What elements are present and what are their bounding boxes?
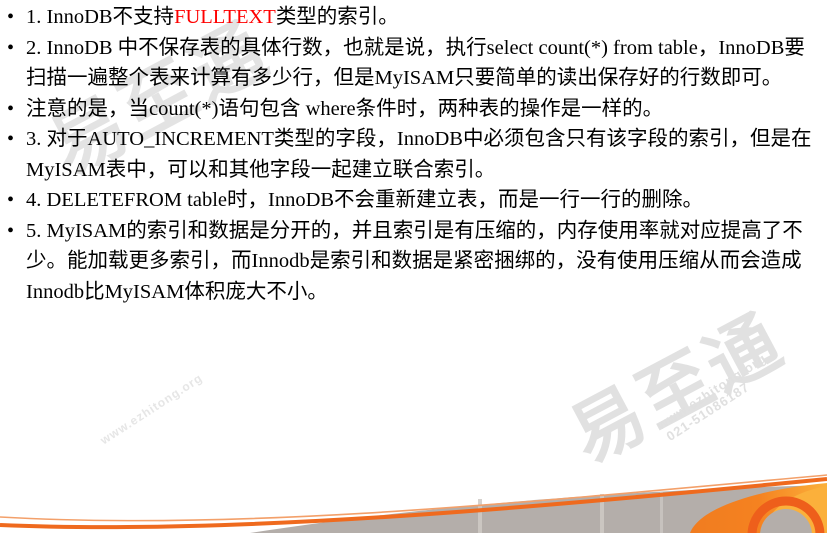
- footer-ring-outer: [747, 496, 825, 533]
- watermark-brand-bottom: 易至通: [558, 300, 797, 478]
- list-item: 5. MyISAM的索引和数据是分开的，并且索引是有压缩的，内存使用率就对应提高…: [0, 216, 827, 308]
- bullet-text: 注意的是，当count(*)语句包含 where条件时，两种表的操作是一样的。: [26, 97, 664, 120]
- footer-orange-curve-thin: [0, 474, 827, 522]
- bullet-text: 5. MyISAM的索引和数据是分开的，并且索引是有压缩的，内存使用率就对应提高…: [26, 219, 803, 303]
- footer-orange-curve-main: [0, 477, 827, 530]
- footer-orange-wedge: [690, 483, 827, 533]
- watermark-phone: 021-51086187: [663, 379, 753, 444]
- bullet-list: 1. InnoDB不支持FULLTEXT类型的索引。 2. InnoDB 中不保…: [0, 2, 827, 307]
- list-item: 3. 对于AUTO_INCREMENT类型的字段，InnoDB中必须包含只有该字…: [0, 124, 827, 185]
- footer-orange-wedge-light: [760, 486, 827, 533]
- bullet-text: 2. InnoDB 中不保存表的具体行数，也就是说，执行select count…: [26, 36, 805, 90]
- footer-separator-line: [660, 492, 663, 533]
- list-item: 2. InnoDB 中不保存表的具体行数，也就是说，执行select count…: [0, 33, 827, 94]
- watermark-url-primary: www.ezhitong.org: [654, 350, 770, 433]
- footer-ring-inner: [760, 509, 812, 533]
- bullet-text: 3. 对于AUTO_INCREMENT类型的字段，InnoDB中必须包含只有该字…: [26, 128, 812, 181]
- list-item: 4. DELETEFROM table时，InnoDB不会重新建立表，而是一行一…: [0, 185, 827, 216]
- footer-gray-band: [250, 485, 827, 533]
- watermark-url-secondary: www.ezhitong.org: [97, 370, 206, 448]
- bullet-text-prefix: 1. InnoDB不支持: [26, 6, 175, 28]
- bullet-text-highlight: FULLTEXT: [174, 6, 276, 28]
- presentation-slide: 易至通 易至通 www.ezhitong.org 021-51086187 ww…: [0, 0, 827, 533]
- list-item: 注意的是，当count(*)语句包含 where条件时，两种表的操作是一样的。: [0, 94, 827, 125]
- footer-separator-line: [478, 499, 482, 533]
- footer-separator-line: [600, 494, 604, 533]
- list-item: 1. InnoDB不支持FULLTEXT类型的索引。: [0, 2, 827, 33]
- slide-footer-decoration: [0, 474, 827, 533]
- bullet-text: 4. DELETEFROM table时，InnoDB不会重新建立表，而是一行一…: [26, 189, 704, 211]
- bullet-text-suffix: 类型的索引。: [275, 6, 399, 28]
